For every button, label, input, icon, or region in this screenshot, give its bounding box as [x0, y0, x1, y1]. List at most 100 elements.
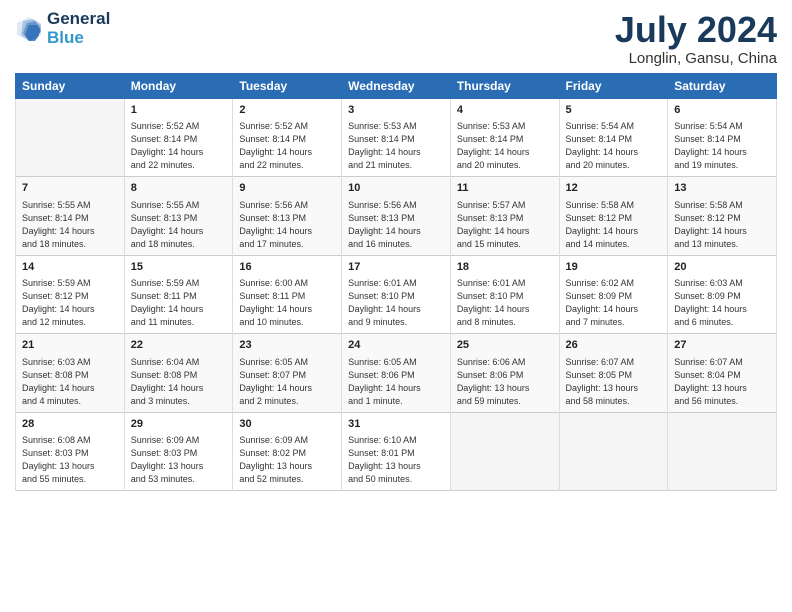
cell-content: Sunrise: 6:05 AM Sunset: 8:07 PM Dayligh…	[239, 356, 335, 408]
calendar-cell: 6 Sunrise: 5:54 AM Sunset: 8:14 PM Daylig…	[668, 98, 777, 177]
column-header-sunday: Sunday	[16, 73, 125, 98]
calendar-cell: 5Sunrise: 5:54 AM Sunset: 8:14 PM Daylig…	[559, 98, 668, 177]
day-number: 28	[22, 417, 118, 432]
calendar-cell: 15 Sunrise: 5:59 AM Sunset: 8:11 PM Dayli…	[124, 255, 233, 334]
cell-content: Sunrise: 5:54 AM Sunset: 8:14 PM Dayligh…	[674, 120, 770, 172]
cell-content: Sunrise: 6:06 AM Sunset: 8:06 PM Dayligh…	[457, 356, 553, 408]
day-number: 3	[348, 103, 444, 118]
day-number: 26	[566, 338, 662, 353]
logo: General Blue	[15, 10, 110, 47]
cell-content: Sunrise: 5:52 AM Sunset: 8:14 PM Dayligh…	[239, 120, 335, 172]
calendar-cell: 10Sunrise: 5:56 AM Sunset: 8:13 PM Dayli…	[342, 177, 451, 256]
calendar-cell: 4Sunrise: 5:53 AM Sunset: 8:14 PM Daylig…	[450, 98, 559, 177]
cell-content: Sunrise: 6:03 AM Sunset: 8:09 PM Dayligh…	[674, 277, 770, 329]
cell-content: Sunrise: 6:09 AM Sunset: 8:03 PM Dayligh…	[131, 434, 227, 486]
day-number: 5	[566, 103, 662, 118]
day-number: 13	[674, 181, 770, 196]
title-section: July 2024 Longlin, Gansu, China	[615, 10, 777, 67]
cell-content: Sunrise: 5:57 AM Sunset: 8:13 PM Dayligh…	[457, 199, 553, 251]
day-number: 1	[131, 103, 227, 118]
calendar-cell: 24Sunrise: 6:05 AM Sunset: 8:06 PM Dayli…	[342, 334, 451, 413]
cell-content: Sunrise: 5:52 AM Sunset: 8:14 PM Dayligh…	[131, 120, 227, 172]
column-header-tuesday: Tuesday	[233, 73, 342, 98]
calendar-cell: 13 Sunrise: 5:58 AM Sunset: 8:12 PM Dayli…	[668, 177, 777, 256]
day-number: 2	[239, 103, 335, 118]
calendar-cell: 28Sunrise: 6:08 AM Sunset: 8:03 PM Dayli…	[16, 412, 125, 491]
cell-content: Sunrise: 6:10 AM Sunset: 8:01 PM Dayligh…	[348, 434, 444, 486]
day-number: 8	[131, 181, 227, 196]
calendar-cell: 7 Sunrise: 5:55 AM Sunset: 8:14 PM Daylig…	[16, 177, 125, 256]
calendar-cell: 9Sunrise: 5:56 AM Sunset: 8:13 PM Daylig…	[233, 177, 342, 256]
week-row-1: 1 Sunrise: 5:52 AM Sunset: 8:14 PM Daylig…	[16, 98, 777, 177]
column-header-thursday: Thursday	[450, 73, 559, 98]
cell-content: Sunrise: 5:59 AM Sunset: 8:11 PM Dayligh…	[131, 277, 227, 329]
day-number: 10	[348, 181, 444, 196]
day-number: 24	[348, 338, 444, 353]
day-number: 19	[566, 260, 662, 275]
calendar-cell: 3Sunrise: 5:53 AM Sunset: 8:14 PM Daylig…	[342, 98, 451, 177]
calendar-cell: 31 Sunrise: 6:10 AM Sunset: 8:01 PM Dayli…	[342, 412, 451, 491]
cell-content: Sunrise: 5:58 AM Sunset: 8:12 PM Dayligh…	[674, 199, 770, 251]
cell-content: Sunrise: 5:55 AM Sunset: 8:14 PM Dayligh…	[22, 199, 118, 251]
calendar-cell: 27 Sunrise: 6:07 AM Sunset: 8:04 PM Dayli…	[668, 334, 777, 413]
cell-content: Sunrise: 6:07 AM Sunset: 8:04 PM Dayligh…	[674, 356, 770, 408]
calendar-cell	[668, 412, 777, 491]
cell-content: Sunrise: 6:01 AM Sunset: 8:10 PM Dayligh…	[348, 277, 444, 329]
day-number: 16	[239, 260, 335, 275]
calendar-cell: 21Sunrise: 6:03 AM Sunset: 8:08 PM Dayli…	[16, 334, 125, 413]
day-number: 15	[131, 260, 227, 275]
calendar-cell	[559, 412, 668, 491]
day-number: 31	[348, 417, 444, 432]
day-number: 23	[239, 338, 335, 353]
day-number: 25	[457, 338, 553, 353]
calendar-cell: 11 Sunrise: 5:57 AM Sunset: 8:13 PM Dayli…	[450, 177, 559, 256]
cell-content: Sunrise: 5:55 AM Sunset: 8:13 PM Dayligh…	[131, 199, 227, 251]
day-number: 20	[674, 260, 770, 275]
day-number: 18	[457, 260, 553, 275]
page: General Blue July 2024 Longlin, Gansu, C…	[0, 0, 792, 612]
cell-content: Sunrise: 6:04 AM Sunset: 8:08 PM Dayligh…	[131, 356, 227, 408]
calendar-cell: 22 Sunrise: 6:04 AM Sunset: 8:08 PM Dayli…	[124, 334, 233, 413]
cell-content: Sunrise: 6:02 AM Sunset: 8:09 PM Dayligh…	[566, 277, 662, 329]
cell-content: Sunrise: 5:59 AM Sunset: 8:12 PM Dayligh…	[22, 277, 118, 329]
calendar-cell: 19 Sunrise: 6:02 AM Sunset: 8:09 PM Dayli…	[559, 255, 668, 334]
week-row-5: 28Sunrise: 6:08 AM Sunset: 8:03 PM Dayli…	[16, 412, 777, 491]
week-row-4: 21Sunrise: 6:03 AM Sunset: 8:08 PM Dayli…	[16, 334, 777, 413]
day-number: 27	[674, 338, 770, 353]
subtitle: Longlin, Gansu, China	[615, 50, 777, 67]
calendar-cell: 30Sunrise: 6:09 AM Sunset: 8:02 PM Dayli…	[233, 412, 342, 491]
logo-icon	[15, 15, 43, 43]
column-header-wednesday: Wednesday	[342, 73, 451, 98]
calendar-cell: 26 Sunrise: 6:07 AM Sunset: 8:05 PM Dayli…	[559, 334, 668, 413]
calendar-cell: 16 Sunrise: 6:00 AM Sunset: 8:11 PM Dayli…	[233, 255, 342, 334]
calendar-cell: 12 Sunrise: 5:58 AM Sunset: 8:12 PM Dayli…	[559, 177, 668, 256]
cell-content: Sunrise: 6:03 AM Sunset: 8:08 PM Dayligh…	[22, 356, 118, 408]
cell-content: Sunrise: 6:07 AM Sunset: 8:05 PM Dayligh…	[566, 356, 662, 408]
calendar-cell: 14 Sunrise: 5:59 AM Sunset: 8:12 PM Dayli…	[16, 255, 125, 334]
calendar-cell: 29 Sunrise: 6:09 AM Sunset: 8:03 PM Dayli…	[124, 412, 233, 491]
calendar-cell: 20 Sunrise: 6:03 AM Sunset: 8:09 PM Dayli…	[668, 255, 777, 334]
cell-content: Sunrise: 6:01 AM Sunset: 8:10 PM Dayligh…	[457, 277, 553, 329]
logo-text: General Blue	[47, 10, 110, 47]
day-number: 6	[674, 103, 770, 118]
day-number: 14	[22, 260, 118, 275]
calendar-cell: 2 Sunrise: 5:52 AM Sunset: 8:14 PM Daylig…	[233, 98, 342, 177]
calendar-cell: 8 Sunrise: 5:55 AM Sunset: 8:13 PM Daylig…	[124, 177, 233, 256]
day-number: 9	[239, 181, 335, 196]
calendar-cell: 1 Sunrise: 5:52 AM Sunset: 8:14 PM Daylig…	[124, 98, 233, 177]
calendar-cell	[16, 98, 125, 177]
cell-content: Sunrise: 5:58 AM Sunset: 8:12 PM Dayligh…	[566, 199, 662, 251]
calendar-cell: 17Sunrise: 6:01 AM Sunset: 8:10 PM Dayli…	[342, 255, 451, 334]
calendar-cell	[450, 412, 559, 491]
day-number: 29	[131, 417, 227, 432]
cell-content: Sunrise: 6:00 AM Sunset: 8:11 PM Dayligh…	[239, 277, 335, 329]
day-number: 30	[239, 417, 335, 432]
calendar-cell: 18 Sunrise: 6:01 AM Sunset: 8:10 PM Dayli…	[450, 255, 559, 334]
column-header-saturday: Saturday	[668, 73, 777, 98]
column-header-monday: Monday	[124, 73, 233, 98]
day-number: 11	[457, 181, 553, 196]
day-number: 12	[566, 181, 662, 196]
header-row: SundayMondayTuesdayWednesdayThursdayFrid…	[16, 73, 777, 98]
day-number: 7	[22, 181, 118, 196]
day-number: 22	[131, 338, 227, 353]
